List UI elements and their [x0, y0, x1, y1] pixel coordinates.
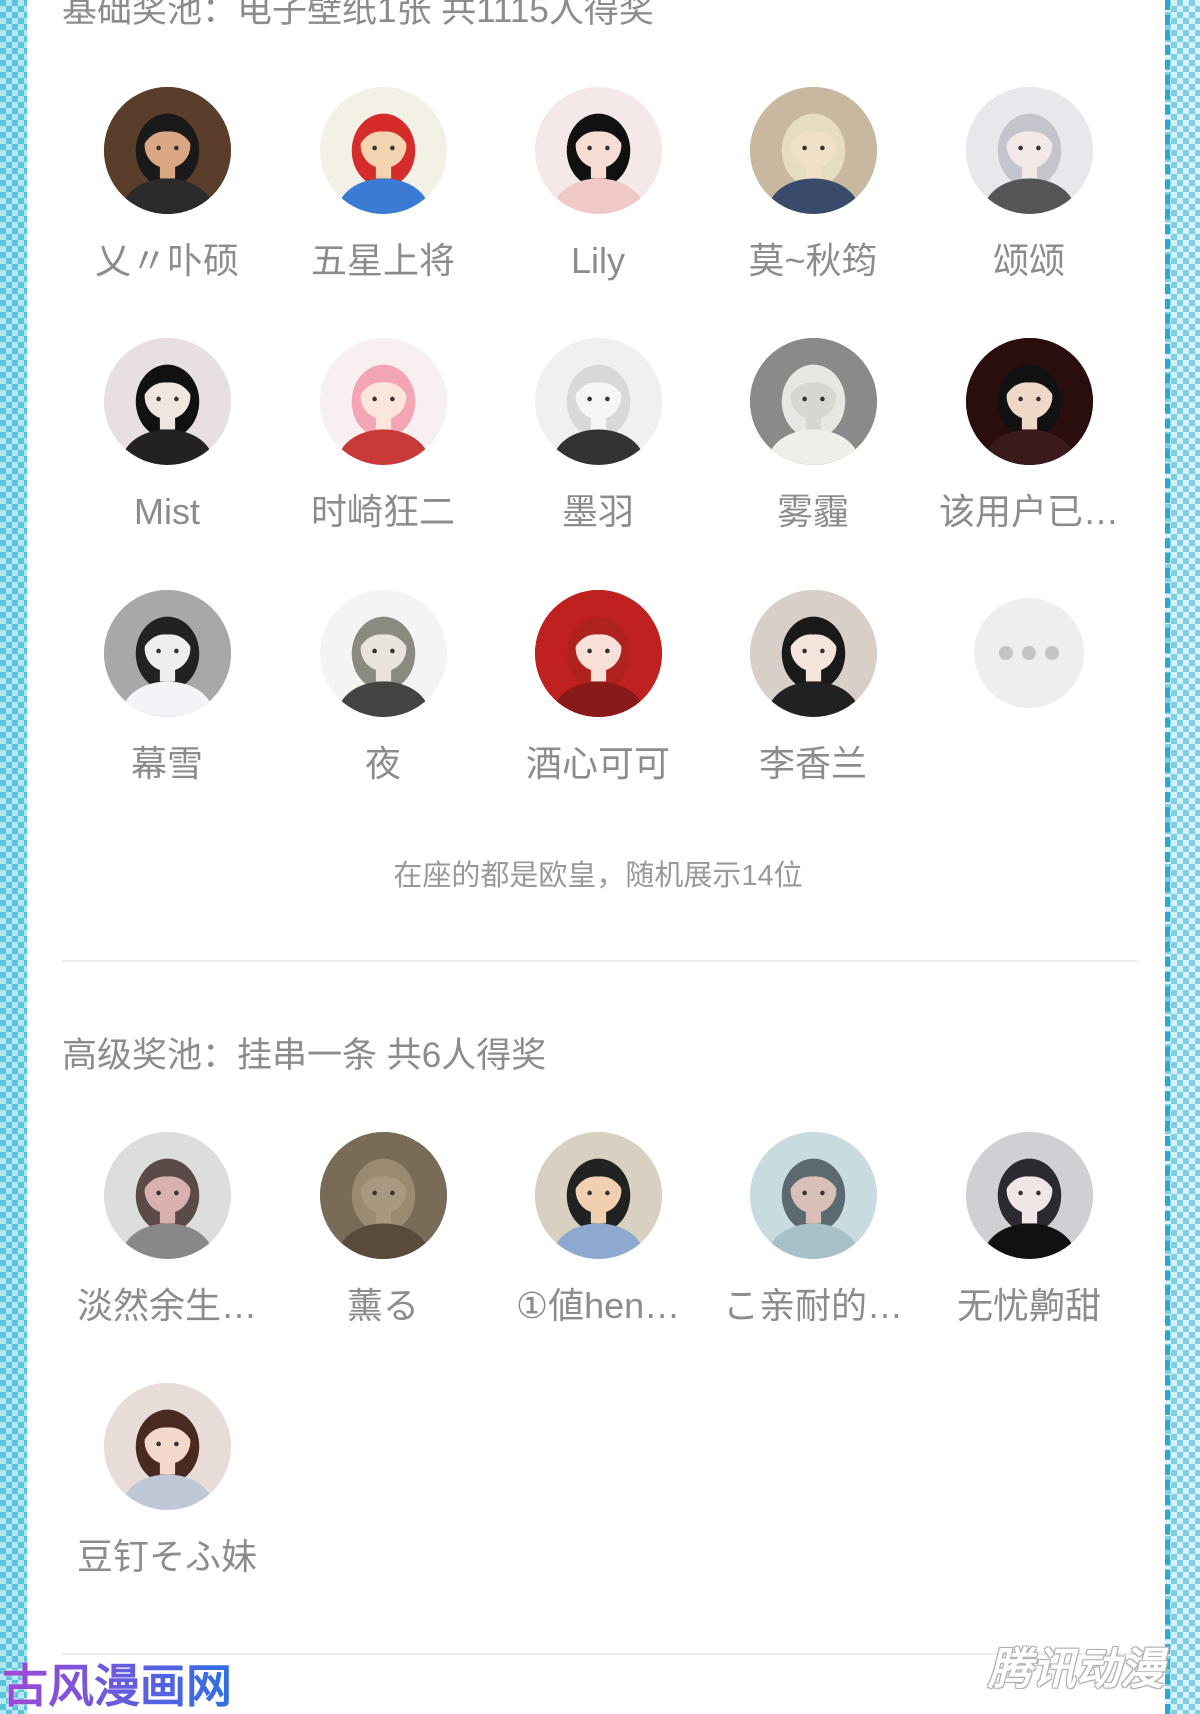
winner-card[interactable]: 淡然余生… — [62, 1132, 272, 1327]
winner-name: 幕雪 — [130, 743, 203, 784]
winner-name: 无忧齁甜 — [956, 1285, 1101, 1326]
winner-card[interactable]: 莫~秋筠 — [708, 87, 918, 282]
avatar-image — [749, 590, 877, 717]
advanced-pool-title: 高级奖池：挂串一条 共6人得奖 — [62, 1036, 547, 1075]
winner-name: 李香兰 — [758, 743, 867, 784]
avatar[interactable] — [965, 338, 1093, 465]
winner-name: 雾霾 — [776, 491, 849, 532]
avatar[interactable] — [319, 590, 447, 717]
avatar[interactable] — [749, 1132, 877, 1259]
lottery-results-page: 基础奖池：电子壁纸1张 共1115人得奖 乂〃卟硕 五星上将 Lily 莫~秋筠… — [0, 0, 1200, 1714]
winner-card[interactable]: 时崎狂二 — [278, 338, 488, 533]
avatar[interactable] — [103, 1132, 231, 1259]
winner-name: 薰る — [346, 1285, 419, 1326]
avatar[interactable] — [749, 87, 877, 214]
avatar[interactable] — [534, 1132, 662, 1259]
dot — [1022, 646, 1036, 660]
avatar-image — [103, 338, 231, 465]
winner-card[interactable]: 该用户已… — [924, 338, 1134, 533]
section-divider — [62, 960, 1137, 962]
decorative-border-left — [0, 0, 27, 1714]
decorative-border-right — [1165, 0, 1200, 1714]
avatar[interactable] — [534, 590, 662, 717]
avatar-image — [319, 338, 447, 465]
avatar-image — [534, 87, 662, 214]
winner-card[interactable]: 豆钉そふ妹 — [62, 1383, 272, 1578]
winner-card[interactable]: 李香兰 — [708, 590, 918, 785]
avatar[interactable] — [749, 590, 877, 717]
winner-name: 时崎狂二 — [310, 491, 455, 532]
avatar-image — [749, 338, 877, 465]
winner-name: 五星上将 — [310, 240, 455, 281]
avatar[interactable] — [534, 338, 662, 465]
avatar-image — [103, 590, 231, 717]
winner-name: 乂〃卟硕 — [94, 240, 239, 281]
winner-name: 豆钉そふ妹 — [76, 1536, 257, 1577]
winner-name: 酒心可可 — [525, 743, 670, 784]
winner-name: ①値hen… — [515, 1285, 681, 1326]
winner-card[interactable]: こ亲耐的… — [708, 1132, 918, 1327]
avatar[interactable] — [534, 87, 662, 214]
winner-card[interactable]: 无忧齁甜 — [924, 1132, 1134, 1327]
avatar-image — [319, 590, 447, 717]
avatar-image — [103, 87, 231, 214]
avatar-image — [103, 1132, 231, 1259]
dot — [999, 646, 1013, 660]
winner-card[interactable]: 夜 — [278, 590, 488, 785]
avatar[interactable] — [103, 1383, 231, 1510]
watermark-right: 腾讯动漫 — [988, 1645, 1164, 1694]
avatar[interactable] — [103, 590, 231, 717]
avatar[interactable] — [319, 1132, 447, 1259]
avatar-image — [965, 338, 1093, 465]
winner-name: 该用户已… — [938, 491, 1119, 532]
avatar-image — [534, 338, 662, 465]
avatar[interactable] — [103, 338, 231, 465]
avatar[interactable] — [965, 1132, 1093, 1259]
section-divider — [62, 1653, 1137, 1655]
avatar-image — [319, 87, 447, 214]
more-icon[interactable] — [974, 598, 1084, 708]
winner-card[interactable]: 墨羽 — [493, 338, 703, 533]
avatar[interactable] — [319, 338, 447, 465]
avatar-image — [534, 1132, 662, 1259]
winner-card[interactable]: 五星上将 — [278, 87, 488, 282]
avatar[interactable] — [103, 87, 231, 214]
avatar-image — [965, 1132, 1093, 1259]
winner-card[interactable]: 薰る — [278, 1132, 488, 1327]
winner-name: 莫~秋筠 — [748, 240, 878, 281]
winner-name: Mist — [134, 491, 200, 532]
winner-name: 颂颂 — [992, 240, 1065, 281]
winner-name: 淡然余生… — [76, 1285, 257, 1326]
avatar-image — [319, 1132, 447, 1259]
winner-card[interactable]: Lily — [493, 87, 703, 282]
winner-card[interactable]: 酒心可可 — [493, 590, 703, 785]
watermark-left: 古风漫画网 — [2, 1660, 232, 1712]
winner-card[interactable]: ①値hen… — [493, 1132, 703, 1327]
random-display-note: 在座的都是欧皇，随机展示14位 — [393, 860, 803, 892]
avatar-image — [965, 87, 1093, 214]
winner-card[interactable]: 幕雪 — [62, 590, 272, 785]
decorative-dashed-line — [1165, 0, 1170, 1714]
winner-name: Lily — [570, 240, 626, 281]
avatar-image — [749, 1132, 877, 1259]
winner-name: 夜 — [364, 743, 401, 784]
avatar[interactable] — [965, 87, 1093, 214]
avatar[interactable] — [319, 87, 447, 214]
winner-card[interactable]: 颂颂 — [924, 87, 1134, 282]
avatar-image — [749, 87, 877, 214]
winner-card[interactable]: 乂〃卟硕 — [62, 87, 272, 282]
winner-name: 墨羽 — [561, 491, 634, 532]
avatar[interactable] — [749, 338, 877, 465]
winner-card[interactable]: Mist — [62, 338, 272, 533]
dot — [1045, 646, 1059, 660]
avatar-image — [103, 1383, 231, 1510]
basic-pool-title: 基础奖池：电子壁纸1张 共1115人得奖 — [62, 0, 654, 30]
winner-name: こ亲耐的… — [722, 1285, 903, 1326]
winner-card[interactable]: 雾霾 — [708, 338, 918, 533]
avatar-image — [534, 590, 662, 717]
more-winners-button[interactable] — [924, 590, 1134, 708]
